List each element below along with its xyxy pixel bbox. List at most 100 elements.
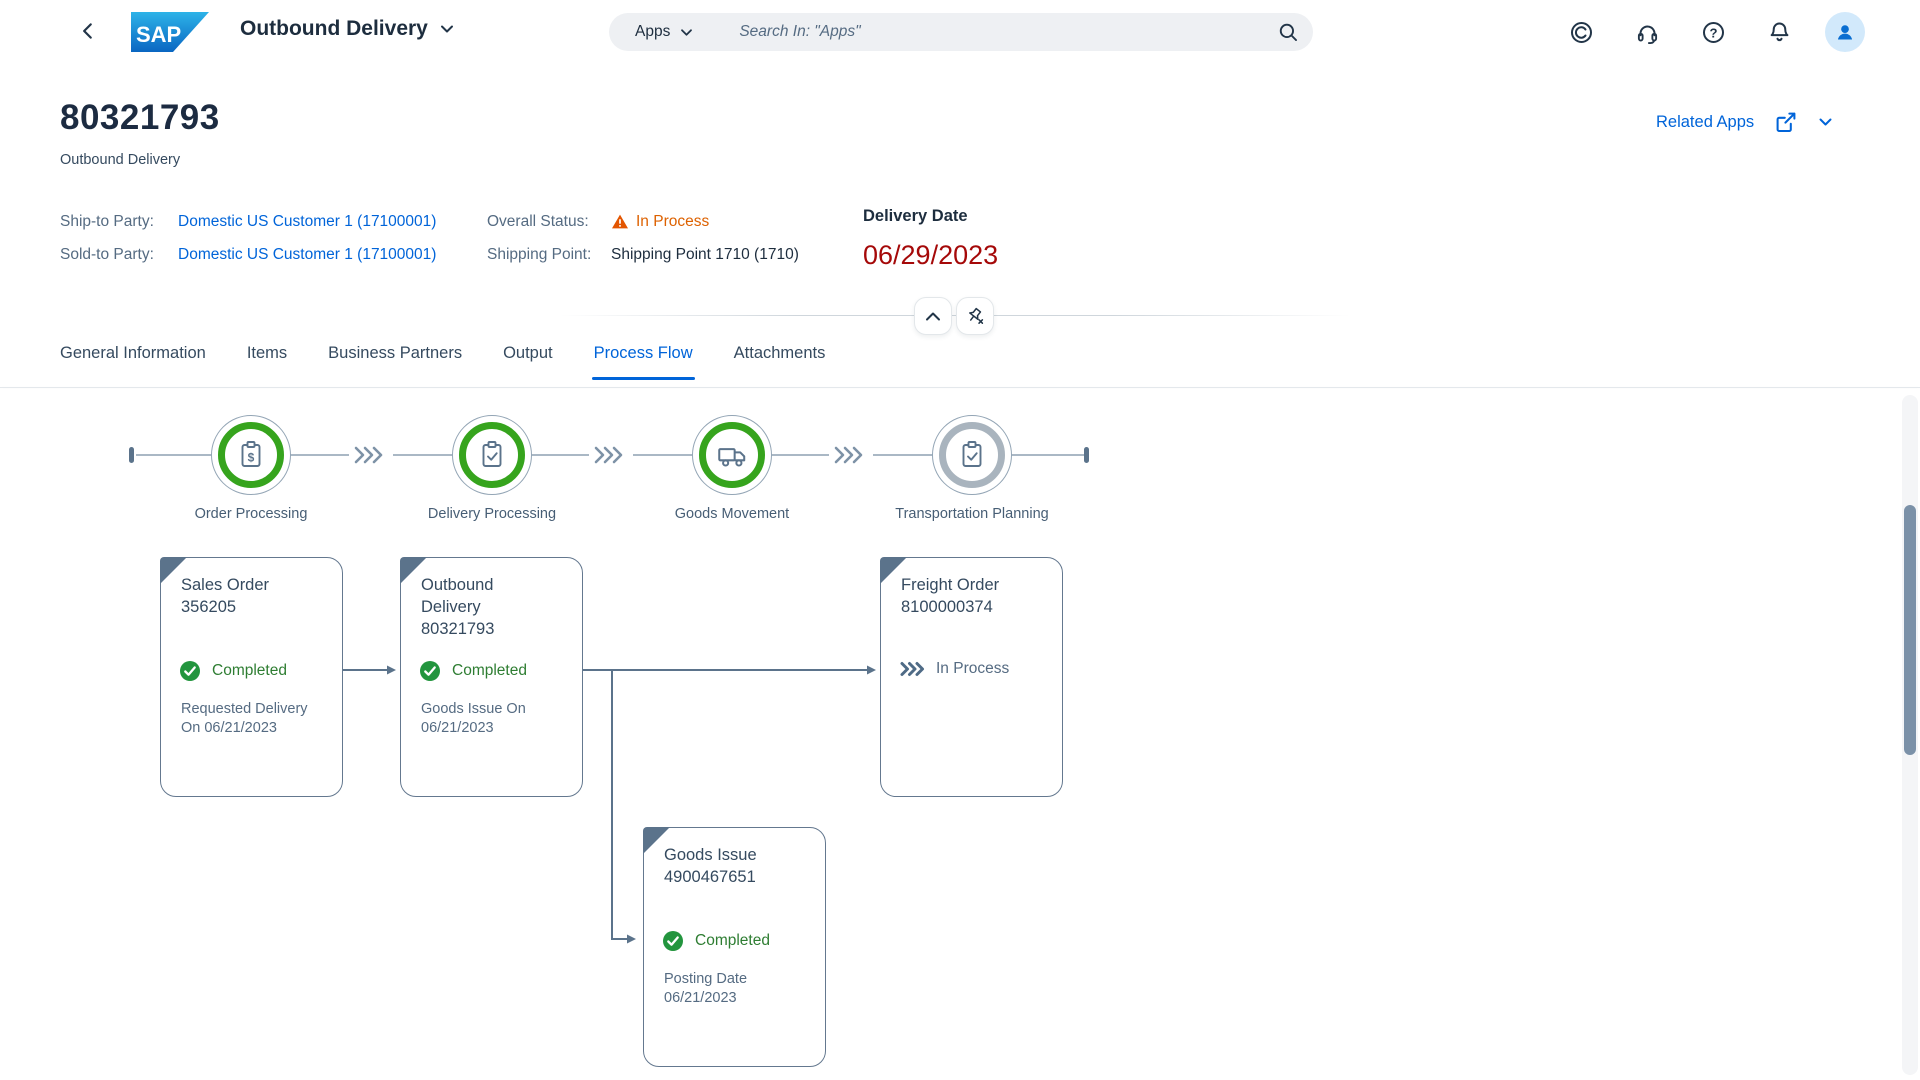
shell-bar: SAP Outbound Delivery Apps Search In: "A… [0, 0, 1920, 64]
ship-to-row: Ship-to Party: Domestic US Customer 1 (1… [60, 205, 436, 238]
delivery-date-value: 06/29/2023 [863, 240, 998, 271]
card-status-row: Completed [662, 930, 770, 952]
headset-icon [1635, 20, 1660, 45]
app-title: Outbound Delivery [240, 17, 428, 41]
tab-attachments[interactable]: Attachments [734, 344, 826, 380]
lane-node-order-processing[interactable]: $ [211, 415, 291, 495]
search-scope-label: Apps [635, 23, 670, 41]
truck-icon [715, 438, 749, 472]
search-input[interactable]: Search In: "Apps" [739, 23, 1277, 41]
tabbar-divider [0, 387, 1920, 388]
card-status-text: Completed [695, 932, 770, 950]
share-icon[interactable] [1774, 110, 1798, 134]
card-title: Outbound Delivery80321793 [421, 574, 529, 640]
profile-button[interactable] [1825, 12, 1865, 52]
delivery-date-block: Delivery Date 06/29/2023 [863, 207, 998, 271]
copilot-icon [1569, 20, 1594, 45]
overall-status-value: In Process [611, 213, 709, 231]
delivery-checklist-icon [476, 439, 508, 471]
success-check-icon [662, 930, 684, 952]
svg-text:SAP: SAP [136, 22, 181, 47]
tab-process-flow[interactable]: Process Flow [594, 344, 693, 380]
warning-icon [611, 213, 629, 230]
search-scope-selector[interactable]: Apps [609, 23, 713, 41]
lane-node-delivery-processing[interactable] [452, 415, 532, 495]
tab-items[interactable]: Items [247, 344, 287, 380]
lane-label-order-processing: Order Processing [131, 506, 371, 522]
card-freight-order[interactable]: Freight Order8100000374 In Process [880, 557, 1063, 797]
shipping-point-row: Shipping Point: Shipping Point 1710 (171… [487, 238, 799, 271]
lane-ring-planned [939, 422, 1005, 488]
card-document-id: 80321793 [421, 620, 494, 638]
overall-status-row: Overall Status: In Process [487, 205, 799, 238]
search-icon[interactable] [1277, 21, 1299, 43]
planning-checklist-icon [956, 439, 988, 471]
collapse-header-button[interactable] [914, 297, 952, 335]
card-document-id: 356205 [181, 598, 236, 616]
back-chevron-icon [77, 20, 99, 42]
tab-output[interactable]: Output [503, 344, 553, 380]
related-apps-area: Related Apps [1656, 110, 1833, 134]
card-document-id: 4900467651 [664, 868, 756, 886]
card-status-text: In Process [936, 660, 1009, 678]
shipping-point-value: Shipping Point 1710 (1710) [611, 246, 799, 264]
unpin-header-button[interactable] [956, 297, 994, 335]
section-tabs: General Information Items Business Partn… [60, 344, 825, 380]
card-status-row: Completed [179, 660, 287, 682]
shipping-point-label: Shipping Point: [487, 246, 599, 264]
back-button[interactable] [74, 18, 102, 46]
chevron-down-icon [440, 24, 454, 34]
lane-node-transportation-planning[interactable] [932, 415, 1012, 495]
header-divider [560, 315, 1350, 316]
card-attribute: Requested Delivery On 06/21/2023 [181, 700, 321, 738]
bell-icon [1767, 20, 1792, 45]
chevron-down-icon[interactable] [1818, 117, 1833, 127]
copilot-button[interactable] [1561, 12, 1601, 52]
overall-status-text: In Process [636, 213, 709, 231]
page-subtitle: Outbound Delivery [60, 152, 180, 168]
related-apps-link[interactable]: Related Apps [1656, 113, 1754, 132]
ship-to-link[interactable]: Domestic US Customer 1 (17100001) [178, 213, 436, 231]
status-facets: Overall Status: In Process Shipping Poin… [487, 205, 799, 271]
help-button[interactable]: ? [1693, 12, 1733, 52]
card-outbound-delivery[interactable]: Outbound Delivery80321793 Completed Good… [400, 557, 583, 797]
card-title: Goods Issue4900467651 [664, 844, 772, 888]
ship-to-label: Ship-to Party: [60, 213, 166, 231]
tab-business-partners[interactable]: Business Partners [328, 344, 462, 380]
avatar-person-icon [1834, 21, 1856, 43]
card-document-id: 8100000374 [901, 598, 993, 616]
lane-ring-completed [699, 422, 765, 488]
success-check-icon [419, 660, 441, 682]
card-title: Sales Order356205 [181, 574, 289, 618]
sales-order-icon: $ [235, 439, 267, 471]
app-title-menu[interactable]: Outbound Delivery [240, 17, 454, 41]
card-attribute: Goods Issue On 06/21/2023 [421, 700, 561, 738]
card-sales-order[interactable]: Sales Order356205 Completed Requested De… [160, 557, 343, 797]
card-status-row: Completed [419, 660, 527, 682]
lane-label-transportation-planning: Transportation Planning [852, 506, 1092, 522]
page-title: 80321793 [60, 98, 220, 138]
support-button[interactable] [1627, 12, 1667, 52]
card-goods-issue[interactable]: Goods Issue4900467651 Completed Posting … [643, 827, 826, 1067]
flow-start-cap [129, 447, 134, 463]
lane-label-goods-movement: Goods Movement [612, 506, 852, 522]
lane-label-delivery-processing: Delivery Processing [372, 506, 612, 522]
notifications-button[interactable] [1759, 12, 1799, 52]
tab-general-information[interactable]: General Information [60, 344, 206, 380]
pin-x-icon [965, 306, 985, 326]
lane-ring-completed [459, 422, 525, 488]
sold-to-row: Sold-to Party: Domestic US Customer 1 (1… [60, 238, 436, 271]
card-status-text: Completed [212, 662, 287, 680]
shell-search[interactable]: Apps Search In: "Apps" [609, 13, 1313, 51]
party-facets: Ship-to Party: Domestic US Customer 1 (1… [60, 205, 436, 271]
lane-node-goods-movement[interactable] [692, 415, 772, 495]
overall-status-label: Overall Status: [487, 213, 599, 231]
in-process-chevrons-icon [899, 661, 925, 677]
svg-text:?: ? [1709, 25, 1717, 40]
delivery-date-label: Delivery Date [863, 207, 998, 226]
card-title: Freight Order8100000374 [901, 574, 1009, 618]
sold-to-link[interactable]: Domestic US Customer 1 (17100001) [178, 246, 436, 264]
chevron-up-icon [925, 311, 941, 322]
success-check-icon [179, 660, 201, 682]
flow-end-cap [1084, 447, 1089, 463]
